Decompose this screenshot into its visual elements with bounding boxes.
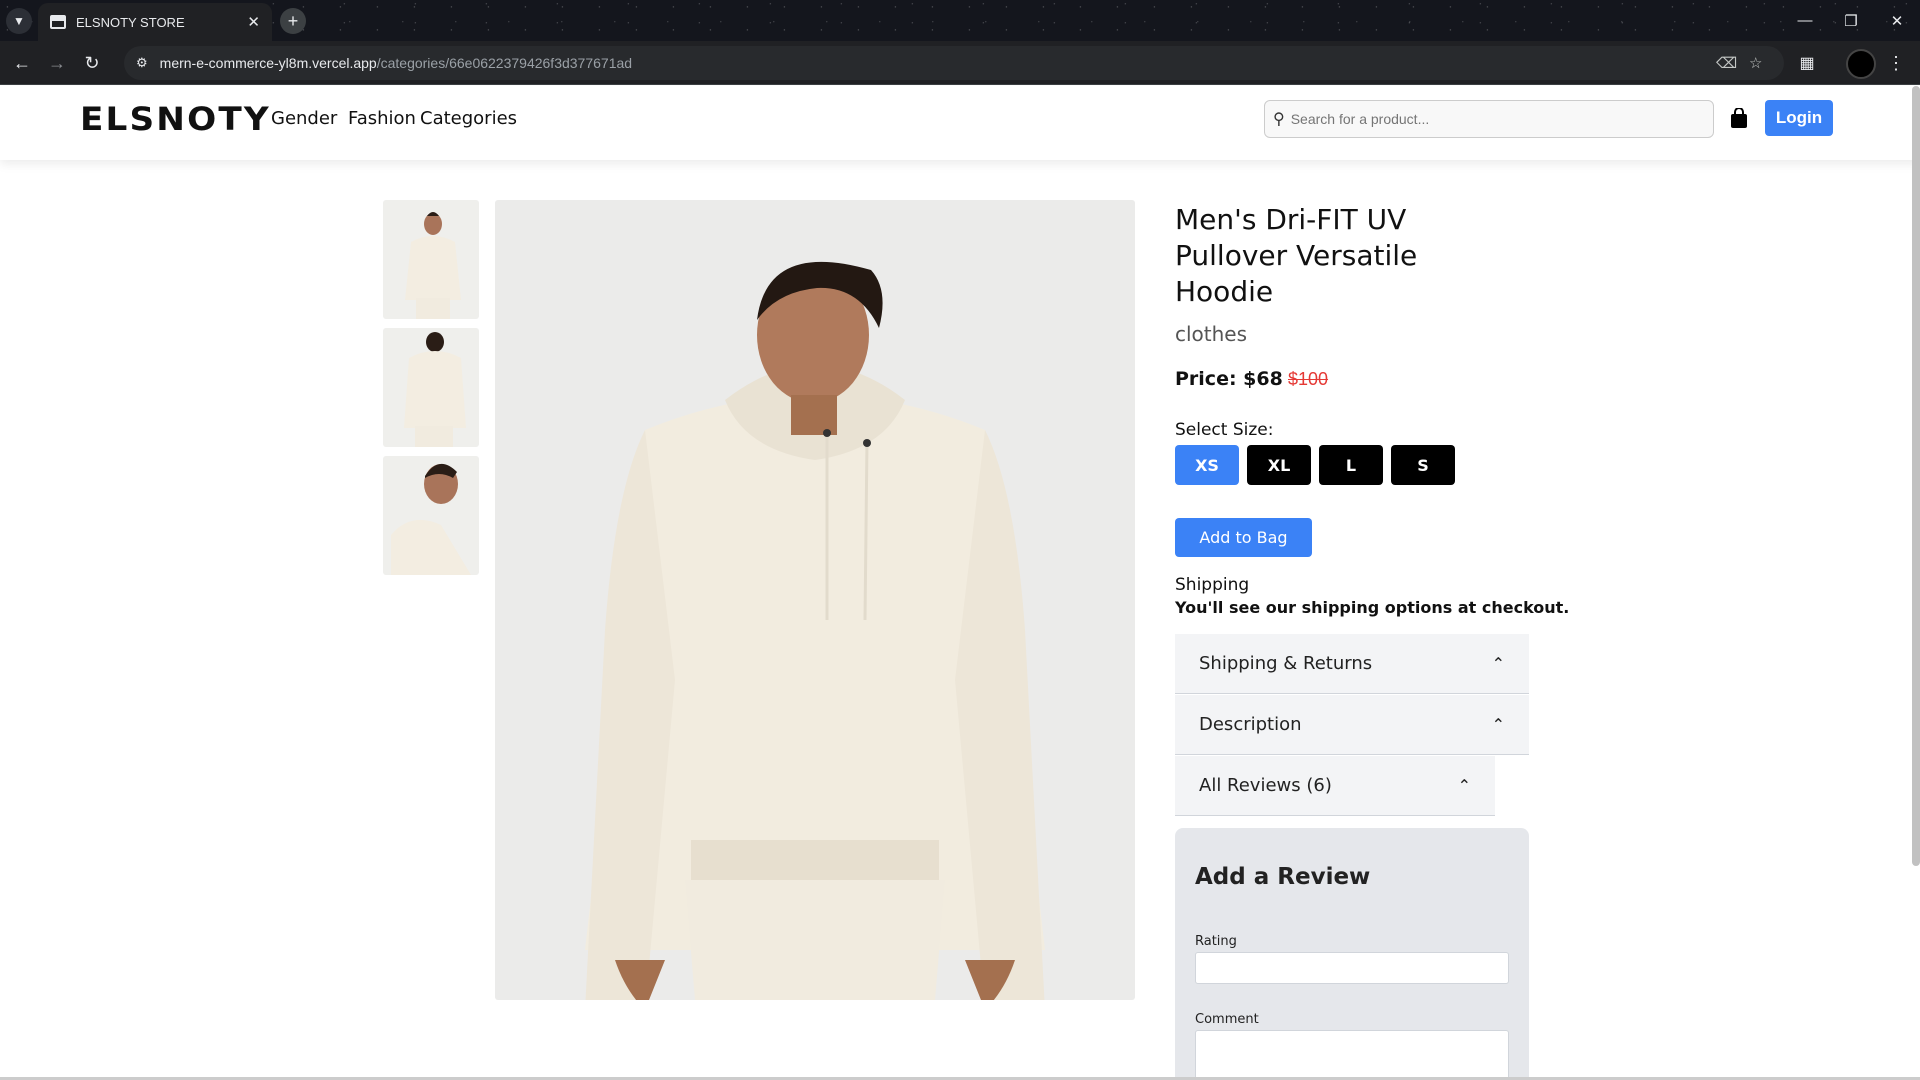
tab-search-icon[interactable]: ▼ (6, 8, 32, 34)
product-main-image (495, 200, 1135, 1000)
search-box: ⚲ (1264, 100, 1714, 138)
select-size-label: Select Size: (1175, 420, 1274, 440)
shipping-note: You'll see our shipping options at check… (1175, 598, 1570, 617)
search-input[interactable] (1290, 111, 1691, 127)
bookmark-star-icon[interactable]: ☆ (1749, 46, 1762, 80)
size-button-s[interactable]: S (1391, 445, 1455, 485)
restore-icon[interactable]: ❐ (1828, 0, 1874, 41)
tab-close-icon[interactable]: ✕ (247, 13, 260, 31)
rating-label: Rating (1195, 934, 1237, 949)
tab-title: ELSNOTY STORE (76, 14, 185, 30)
product-thumbnail-side[interactable] (383, 456, 479, 575)
reload-icon[interactable]: ↻ (78, 49, 106, 77)
accordion-description[interactable]: Description ⌃ (1175, 695, 1529, 755)
accordion-all-reviews[interactable]: All Reviews (6) ⌃ (1175, 756, 1495, 816)
page-scrollbar[interactable] (1912, 86, 1920, 866)
product-thumbnail-back[interactable] (383, 328, 479, 447)
comment-textarea[interactable] (1195, 1030, 1509, 1080)
browser-tab[interactable]: ELSNOTY STORE ✕ (38, 3, 272, 41)
login-button[interactable]: Login (1765, 100, 1833, 136)
comment-label: Comment (1195, 1012, 1259, 1027)
window-close-icon[interactable]: ✕ (1874, 0, 1920, 41)
size-button-xs[interactable]: XS (1175, 445, 1239, 485)
extensions-icon[interactable]: ▦ (1793, 49, 1821, 77)
nav-categories[interactable]: Categories (420, 108, 517, 129)
nav-fashion[interactable]: Fashion (348, 108, 416, 129)
browser-titlebar: ▼ ELSNOTY STORE ✕ + — ❐ ✕ (0, 0, 1920, 41)
chevron-up-icon: ⌃ (1457, 776, 1471, 795)
tab-favicon-icon (50, 15, 66, 29)
translate-icon[interactable]: ⌫ (1716, 46, 1737, 80)
product-price: Price: $68 (1175, 368, 1283, 390)
back-icon[interactable]: ← (8, 49, 36, 77)
search-icon: ⚲ (1273, 111, 1285, 128)
product-old-price: $100 (1288, 369, 1329, 389)
accordion-label: Shipping & Returns (1199, 653, 1373, 674)
shipping-title: Shipping (1175, 575, 1250, 595)
new-tab-icon[interactable]: + (280, 8, 306, 34)
product-category: clothes (1175, 322, 1248, 346)
url-text: mern-e-commerce-yl8m.vercel.app/categori… (159, 55, 633, 71)
address-bar[interactable]: ⚙ mern-e-commerce-yl8m.vercel.app/catego… (124, 46, 1784, 80)
accordion-label: Description (1199, 714, 1302, 735)
chevron-up-icon: ⌃ (1491, 654, 1505, 673)
accordion-label: All Reviews (6) (1199, 775, 1332, 796)
forward-icon[interactable]: → (43, 49, 71, 77)
add-to-bag-button[interactable]: Add to Bag (1175, 518, 1312, 557)
product-title: Men's Dri-FIT UV Pullover Versatile Hood… (1175, 203, 1418, 308)
rating-input[interactable] (1195, 952, 1509, 984)
add-review-form: Add a Review Rating Comment (1175, 828, 1529, 1080)
browser-menu-icon[interactable]: ⋮ (1882, 49, 1910, 77)
size-button-xl[interactable]: XL (1247, 445, 1311, 485)
size-button-l[interactable]: L (1319, 445, 1383, 485)
accordion-shipping-returns[interactable]: Shipping & Returns ⌃ (1175, 634, 1529, 694)
site-info-icon[interactable]: ⚙ (136, 55, 148, 71)
site-logo[interactable]: ELSNOTY (80, 100, 271, 138)
site-header: ELSNOTY Gender Fashion Categories ⚲ Logi… (0, 86, 1920, 160)
chevron-up-icon: ⌃ (1491, 715, 1505, 734)
product-thumbnail-front[interactable] (383, 200, 479, 319)
add-review-title: Add a Review (1195, 864, 1371, 890)
shopping-bag-icon[interactable] (1730, 108, 1748, 128)
browser-toolbar: ← → ↻ ⚙ mern-e-commerce-yl8m.vercel.app/… (0, 41, 1920, 85)
profile-avatar[interactable] (1846, 49, 1876, 79)
nav-gender[interactable]: Gender (271, 108, 337, 129)
minimize-icon[interactable]: — (1782, 0, 1828, 41)
